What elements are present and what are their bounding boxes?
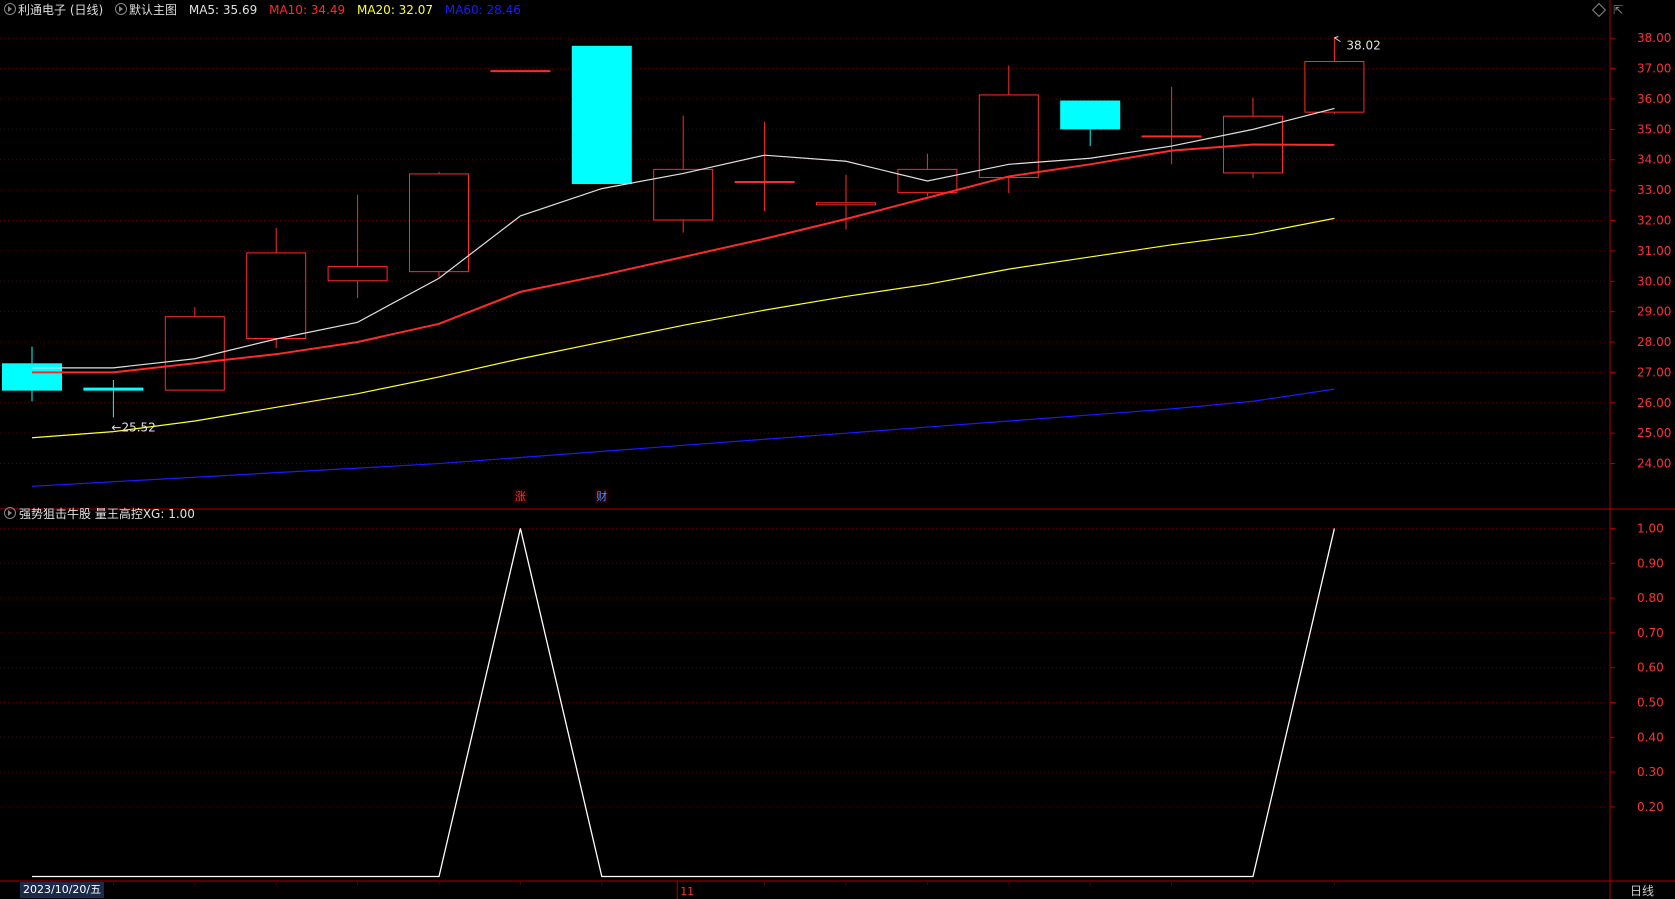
- candle-body: [246, 252, 307, 339]
- indicator-title: 强势狙击牛股 量王高控XG: 1.00: [19, 507, 195, 521]
- price-tick-label: 33.00: [1637, 183, 1671, 197]
- candle-body: [83, 387, 144, 391]
- price-tick-label: 29.00: [1637, 305, 1671, 319]
- candle-body: [734, 181, 795, 184]
- price-tick-label: 30.00: [1637, 274, 1671, 288]
- month-marker: 11: [680, 885, 694, 898]
- price-tick-label: 31.00: [1637, 244, 1671, 258]
- candle-body: [571, 45, 632, 185]
- high-arrow-icon: [1334, 36, 1341, 43]
- indicator-tick-label: 0.90: [1637, 556, 1664, 570]
- ma-line-ma10: [32, 143, 1335, 374]
- period-label[interactable]: 日线: [1630, 883, 1654, 899]
- indicator-tick-label: 0.40: [1637, 730, 1664, 744]
- indicator-tick-label: 0.50: [1637, 695, 1664, 709]
- play-icon[interactable]: [115, 3, 128, 15]
- price-tick-label: 26.00: [1637, 396, 1671, 410]
- event-marker: 涨: [515, 490, 526, 503]
- price-tick-label: 34.00: [1637, 153, 1671, 167]
- event-marker: 财: [596, 489, 607, 503]
- kline-chart[interactable]: 38.00 37.00 36.00 35.00 34.00 33.00 32.00 31.00…: [0, 0, 1675, 899]
- ma5-label: MA5: 35.69: [188, 3, 258, 17]
- stock-title: 利通电子 (日线): [18, 3, 104, 17]
- ma10-label: MA10: 34.49: [269, 3, 346, 17]
- indicator-tick-label: 0.20: [1637, 800, 1664, 814]
- play-icon[interactable]: [4, 507, 16, 519]
- date-label: 2023/10/20/五: [20, 882, 105, 898]
- chart-header: 利通电子 (日线) 默认主图 MA5: 35.69 MA10: 34.49 MA…: [4, 1, 523, 19]
- price-tick-label: 36.00: [1637, 92, 1671, 106]
- price-tick-label: 38.00: [1637, 31, 1671, 45]
- price-tick-label: 24.00: [1637, 457, 1671, 471]
- expand-icon[interactable]: ⇱: [1613, 3, 1623, 17]
- indicator-tick-label: 0.80: [1637, 591, 1664, 605]
- indicator-tick-label: 0.30: [1637, 765, 1664, 779]
- price-tick-label: 27.00: [1637, 365, 1671, 379]
- main-chart-label: 默认主图: [129, 3, 178, 17]
- indicator-line: [32, 528, 1336, 878]
- candle-body: [409, 173, 469, 273]
- indicator-tick-label: 0.70: [1637, 626, 1664, 640]
- price-tick-label: 37.00: [1637, 62, 1671, 76]
- candle-body: [978, 94, 1039, 178]
- low-price-annotation: ←25.52: [111, 420, 155, 434]
- high-price-annotation: 38.02: [1346, 39, 1380, 53]
- indicator-tick-label: 0.60: [1637, 661, 1664, 675]
- candle-body: [1304, 61, 1365, 113]
- ma60-label: MA60: 28.46: [444, 3, 521, 17]
- candle-body: [1060, 100, 1121, 130]
- ma-line-ma20: [31, 217, 1335, 439]
- price-tick-label: 35.00: [1637, 122, 1671, 136]
- candle-body: [816, 202, 876, 206]
- price-tick-label: 32.00: [1637, 214, 1671, 228]
- candle-body: [1141, 135, 1202, 138]
- price-tick-label: 25.00: [1637, 426, 1671, 440]
- ma20-label: MA20: 32.07: [356, 3, 434, 17]
- indicator-header: 强势狙击牛股 量王高控XG: 1.00: [4, 505, 195, 523]
- candle-body: [327, 266, 388, 282]
- ma-line-ma60: [31, 388, 1335, 487]
- play-icon[interactable]: [4, 3, 16, 15]
- indicator-tick-label: 1.00: [1637, 521, 1664, 535]
- price-tick-label: 28.00: [1637, 335, 1671, 349]
- candle-body: [490, 70, 551, 73]
